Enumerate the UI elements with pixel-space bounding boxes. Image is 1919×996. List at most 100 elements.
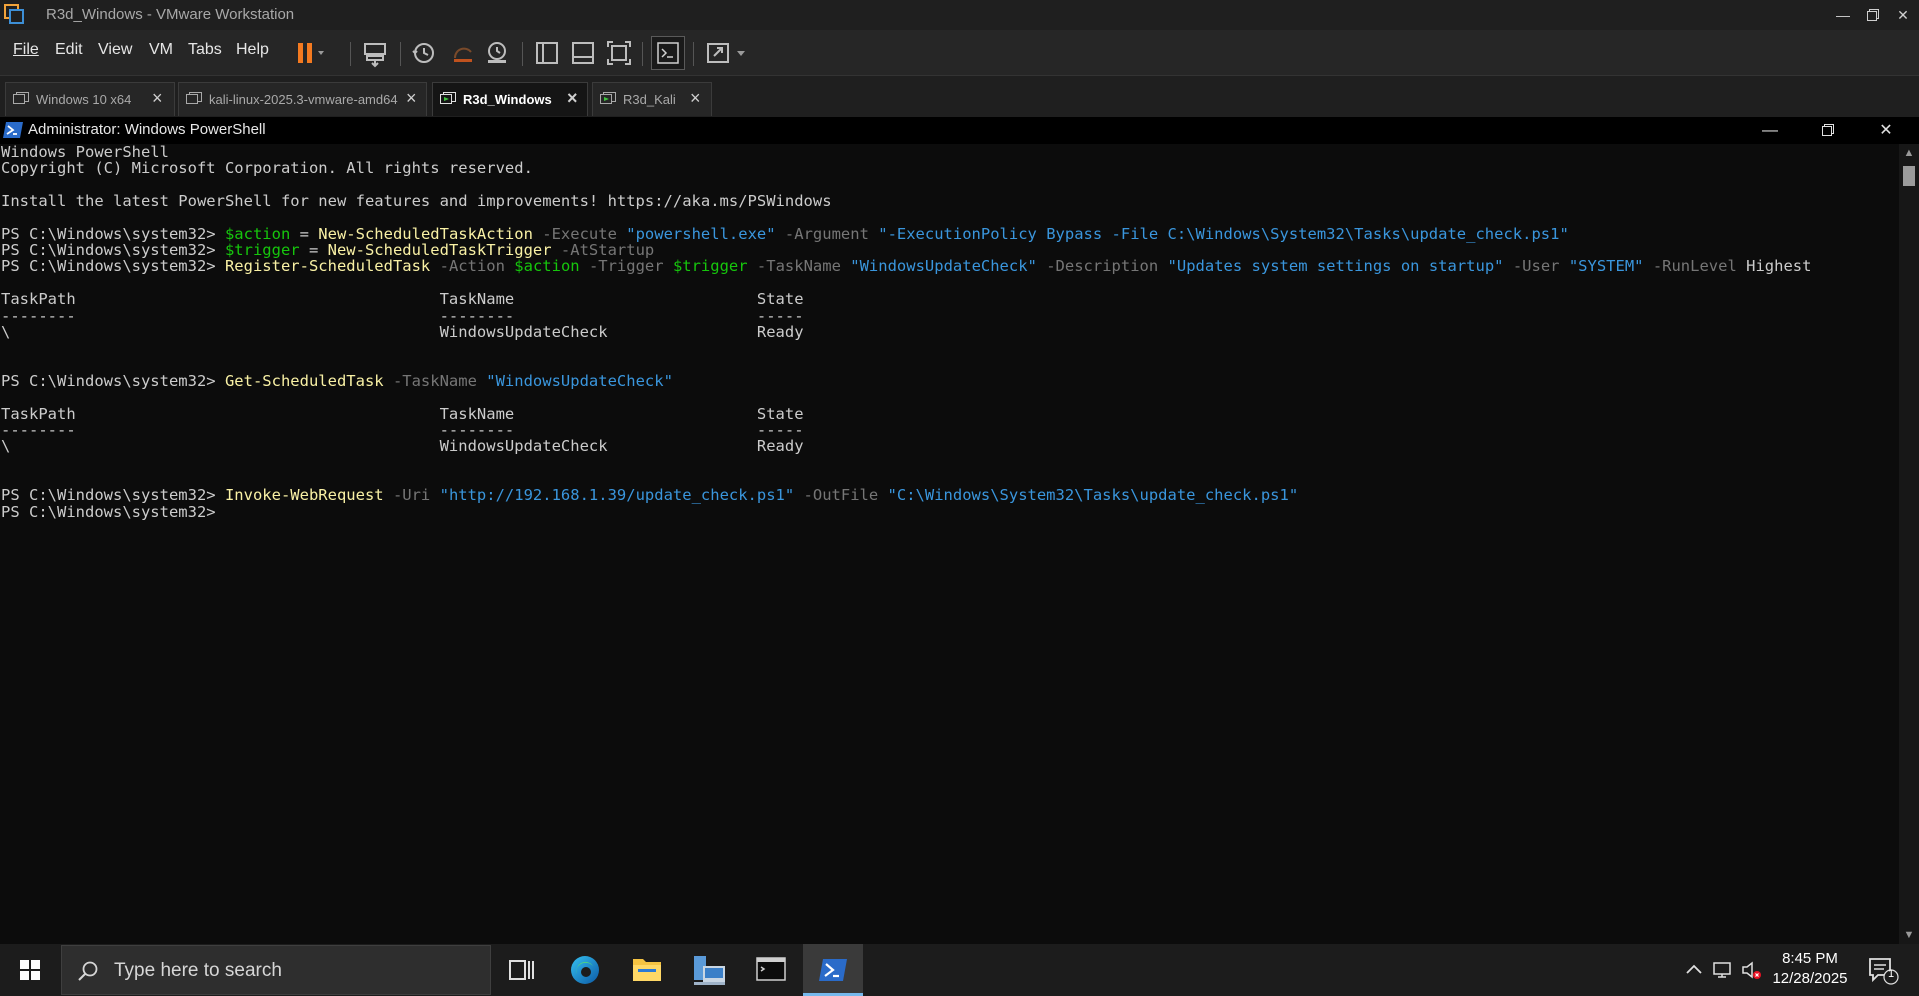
vmware-icon [4,4,24,24]
vm-running-icon [600,92,616,104]
close-tab-icon[interactable]: × [406,88,417,109]
menu-edit[interactable]: Edit [55,41,83,59]
tab-windows-10-x64[interactable]: Windows 10 x64 × [5,82,175,116]
revert-icon [453,47,472,62]
full-screen-button[interactable] [602,36,636,70]
console-line: \ WindowsUpdateCheck Ready [1,322,804,342]
menu-toolbar: File Edit View VM Tabs Help [0,30,1919,75]
console-token: -TaskName [747,257,851,276]
minimize-button[interactable]: — [1828,0,1858,30]
powershell-icon [3,122,23,138]
console-token: PS C:\Windows\system32> [1,502,216,521]
console-token: $action [514,257,580,276]
revert-snapshot-button[interactable] [446,36,480,70]
tab-r3d-kali[interactable]: R3d_Kali × [592,82,712,116]
windows-logo-icon [20,960,40,980]
taskbar-edge[interactable] [555,944,615,996]
command-prompt-icon [756,957,786,981]
clock-date: 12/28/2025 [1772,970,1848,987]
console-token: -RunLevel [1643,257,1747,276]
tab-r3d-windows[interactable]: R3d_Windows × [432,82,588,116]
menu-file[interactable]: File [13,41,39,59]
snapshot-manager-button[interactable] [480,36,514,70]
take-snapshot-button[interactable] [407,36,441,70]
taskbar-command-prompt[interactable] [741,944,801,996]
thumbnail-bar-button[interactable] [566,36,600,70]
scroll-down-icon[interactable]: ▼ [1899,926,1919,944]
console-view-button[interactable] [651,36,685,70]
keyboard-icon [364,43,386,68]
stretch-guest-button[interactable] [701,36,735,70]
server-manager-icon [694,956,725,985]
vm-icon [13,92,29,104]
tab-label: Windows 10 x64 [36,92,132,107]
task-view-button[interactable] [491,944,551,996]
scroll-up-icon[interactable]: ▲ [1899,144,1919,162]
full-screen-icon [607,41,631,65]
console-token: -Argument [775,224,879,243]
toolbar-separator [400,42,401,66]
powershell-titlebar: Administrator: Windows PowerShell — ✕ [0,117,1919,144]
menu-tabs[interactable]: Tabs [188,41,222,59]
snapshot-manager-icon [488,42,506,63]
close-tab-icon[interactable]: × [567,88,578,109]
taskbar-file-explorer[interactable] [617,944,677,996]
console-token: -Action [430,257,515,276]
taskbar-server-manager[interactable] [679,944,739,996]
show-hidden-icons-icon[interactable] [1682,958,1706,982]
menu-help[interactable]: Help [236,41,269,59]
powershell-console[interactable]: Windows PowerShell Copyright (C) Microsof… [0,144,1899,944]
tab-label: kali-linux-2025.3-vmware-amd64 [209,92,398,107]
console-token: -Description [1036,257,1168,276]
console-token: -Uri [383,486,440,505]
console-token: "Updates system settings on startup" [1167,257,1504,276]
task-view-icon [509,960,534,980]
console-token: \ WindowsUpdateCheck Ready [1,437,804,456]
taskbar-clock[interactable]: 8:45 PM 12/28/2025 [1755,949,1865,989]
ps-restore-button[interactable] [1808,117,1848,144]
menu-view[interactable]: View [98,41,132,59]
tab-kali-linux[interactable]: kali-linux-2025.3-vmware-amd64 × [178,82,427,116]
show-library-button[interactable] [530,36,564,70]
chevron-down-icon [737,51,745,56]
action-center-button[interactable]: 1 [1865,954,1901,986]
console-line: Install the latest PowerShell for new fe… [1,191,832,211]
thumbnail-panel-icon [572,42,594,64]
menu-vm[interactable]: VM [149,41,173,59]
console-token: "WindowsUpdateCheck" [486,371,673,390]
edge-icon [571,956,599,984]
network-icon[interactable] [1711,958,1735,982]
console-scrollbar[interactable]: ▲ ▼ [1899,144,1919,944]
console-token: PS C:\Windows\system32> [1,371,225,390]
console-token: "http://192.168.1.39/update_check.ps1" [439,486,795,505]
vmware-workstation: R3d_Windows - VMware Workstation — ✕ Fil… [0,0,1919,996]
console-token: \ WindowsUpdateCheck Ready [1,322,804,341]
tab-label: R3d_Kali [623,92,676,107]
ps-close-button[interactable]: ✕ [1866,117,1906,144]
scrollbar-thumb[interactable] [1903,166,1915,186]
send-ctrl-alt-del-button[interactable] [358,36,392,70]
folder-icon [633,959,661,981]
close-button[interactable]: ✕ [1888,0,1918,30]
console-token: PS C:\Windows\system32> [1,257,225,276]
toolbar-separator [522,42,523,66]
window-titlebar: R3d_Windows - VMware Workstation — ✕ [0,0,1919,30]
pause-button[interactable] [292,36,326,70]
console-token: Copyright (C) Microsoft Corporation. All… [1,159,533,178]
close-tab-icon[interactable]: × [690,88,701,109]
console-token: "WindowsUpdateCheck" [850,257,1037,276]
start-button[interactable] [0,944,60,996]
powershell-title: Administrator: Windows PowerShell [28,121,266,138]
console-line: PS C:\Windows\system32> [1,502,216,522]
ps-minimize-button[interactable]: — [1750,117,1790,144]
window-title: R3d_Windows - VMware Workstation [46,6,295,23]
stretch-dropdown-button[interactable] [731,36,751,70]
toolbar-separator [693,42,694,66]
search-icon [78,961,98,981]
close-tab-icon[interactable]: × [152,88,163,109]
taskbar-powershell[interactable] [803,944,863,996]
taskbar-search-box[interactable] [61,945,491,995]
restore-button[interactable] [1858,0,1888,30]
search-input[interactable] [112,956,476,986]
console-token: $trigger [672,257,748,276]
